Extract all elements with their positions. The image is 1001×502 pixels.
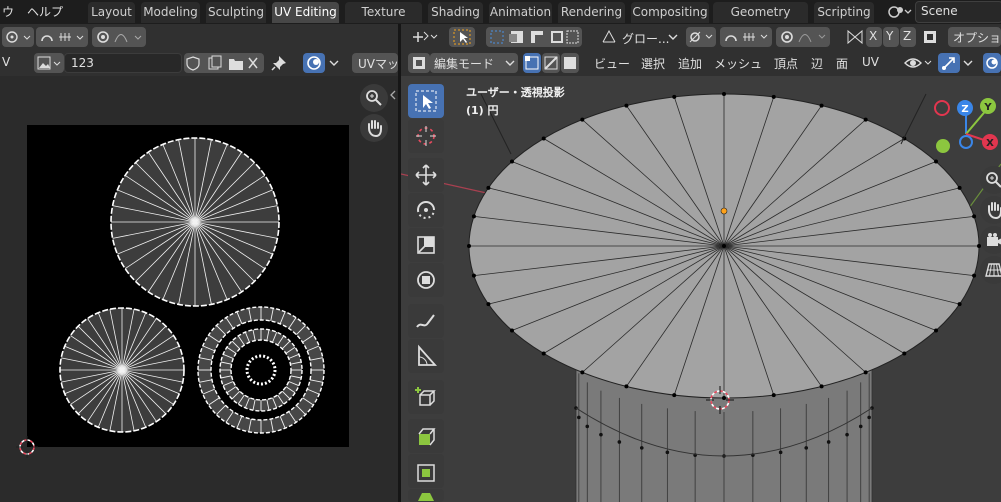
camera-view-icon[interactable] bbox=[980, 226, 1001, 254]
tab-rendering[interactable]: Rendering bbox=[558, 2, 625, 23]
viewport-pan-icon[interactable] bbox=[980, 196, 1001, 224]
menu-face[interactable]: 面 bbox=[836, 55, 848, 72]
mirror-y-toggle[interactable]: Y bbox=[883, 27, 899, 47]
menu-mesh[interactable]: メッシュ bbox=[714, 55, 762, 72]
tab-shading[interactable]: Shading bbox=[428, 2, 483, 23]
uv-sync-selection-icon[interactable] bbox=[303, 53, 325, 73]
face-select-icon[interactable] bbox=[561, 53, 579, 73]
image-actions-group bbox=[184, 53, 264, 73]
pan-hand-icon[interactable] bbox=[360, 114, 388, 142]
2d-cursor-icon[interactable] bbox=[16, 436, 38, 458]
uv-island-bottom-cap bbox=[59, 307, 185, 433]
mirror-butterfly-icon[interactable] bbox=[844, 27, 866, 47]
uv-island-top-cap bbox=[110, 137, 280, 307]
chevron-down-icon[interactable] bbox=[961, 53, 975, 73]
uv-cursor-pivot-icon[interactable] bbox=[2, 27, 34, 47]
image-name-field[interactable]: 123 bbox=[64, 53, 182, 73]
mode-label: 編集モード bbox=[434, 57, 495, 71]
gizmo-y-label: Y bbox=[983, 102, 992, 113]
mesh-symmetry-icon[interactable] bbox=[920, 27, 942, 47]
tool-inset[interactable] bbox=[408, 454, 444, 488]
pin-icon[interactable] bbox=[268, 53, 290, 73]
menu-select[interactable]: 選択 bbox=[641, 55, 665, 72]
transform-tool-icon[interactable] bbox=[408, 27, 440, 47]
tab-scripting[interactable]: Scripting bbox=[814, 2, 874, 23]
gizmo-toggle-icon[interactable] bbox=[938, 53, 960, 73]
tool-cursor[interactable] bbox=[408, 119, 444, 153]
gizmo-z-label: Z bbox=[961, 104, 968, 115]
navigation-gizmo[interactable]: Z Y X bbox=[928, 94, 1001, 158]
scene-name: Scene bbox=[921, 4, 958, 18]
tool-extrude[interactable] bbox=[408, 419, 444, 453]
help-menu[interactable]: ヘルプ bbox=[27, 3, 63, 20]
tab-compositing[interactable]: Compositing bbox=[631, 2, 709, 23]
uv-island-side-ring-inner bbox=[219, 328, 303, 412]
tab-layout[interactable]: Layout bbox=[88, 2, 135, 23]
image-name: 123 bbox=[71, 56, 94, 70]
mode-selector[interactable]: 編集モード bbox=[430, 53, 518, 73]
tool-rotate[interactable] bbox=[408, 193, 444, 227]
tool-add-cube[interactable] bbox=[408, 380, 444, 414]
visibility-eye-icon[interactable] bbox=[902, 53, 934, 73]
tool-bevel[interactable] bbox=[408, 489, 444, 502]
background-edge bbox=[900, 93, 927, 145]
sidebar-collapse-icon[interactable] bbox=[388, 88, 398, 102]
mirror-x-toggle[interactable]: X bbox=[866, 27, 882, 47]
proportional-edit-icon[interactable] bbox=[776, 27, 830, 47]
tool-transform[interactable] bbox=[408, 263, 444, 297]
chevron-down-icon[interactable] bbox=[667, 27, 679, 47]
chevron-down-icon bbox=[505, 60, 515, 66]
vertex-select-icon[interactable] bbox=[523, 53, 541, 73]
uv-island-side-ring-outer bbox=[197, 306, 325, 434]
perspective-grid-icon[interactable] bbox=[980, 256, 1001, 284]
options-menu[interactable]: オプション bbox=[948, 27, 1001, 47]
uv-header-fragment: V bbox=[2, 55, 11, 69]
uv-island-center-loop bbox=[245, 354, 277, 386]
tool-annotate[interactable] bbox=[408, 304, 444, 338]
tab-uv-editing[interactable]: UV Editing bbox=[272, 2, 339, 23]
zoom-icon[interactable] bbox=[360, 84, 388, 112]
tool-select-box[interactable] bbox=[408, 84, 444, 118]
uv-map-label: UVマッ bbox=[358, 57, 399, 71]
scene-selector-icon[interactable] bbox=[885, 2, 913, 22]
menu-add[interactable]: 追加 bbox=[678, 55, 702, 72]
tab-texture-paint[interactable]: Texture Paint bbox=[345, 2, 422, 40]
tab-sculpting[interactable]: Sculpting bbox=[206, 2, 266, 23]
uv-image-canvas[interactable] bbox=[27, 125, 349, 447]
image-browse-icon[interactable] bbox=[34, 53, 64, 73]
viewport-zoom-icon[interactable] bbox=[980, 166, 1001, 194]
tab-modeling[interactable]: Modeling bbox=[141, 2, 200, 23]
transform-orientation[interactable]: グロー... bbox=[622, 30, 669, 47]
orientation-icon[interactable] bbox=[600, 27, 618, 47]
menu-uv[interactable]: UV bbox=[862, 55, 879, 69]
tool-measure[interactable] bbox=[408, 339, 444, 373]
tool-scale[interactable] bbox=[408, 228, 444, 262]
object-origin bbox=[720, 207, 728, 215]
tab-geometry-nodes[interactable]: Geometry Nodes bbox=[713, 2, 808, 40]
mirror-z-toggle[interactable]: Z bbox=[900, 27, 916, 47]
uv-snap-icon[interactable] bbox=[36, 27, 88, 47]
uv-islands bbox=[59, 137, 325, 434]
overlay-toggle-icon[interactable] bbox=[983, 53, 1001, 73]
snap-icon[interactable] bbox=[720, 27, 772, 47]
select-box-icon[interactable] bbox=[449, 27, 475, 47]
uv-map-selector[interactable]: UVマッ bbox=[352, 53, 399, 73]
gizmo-x-label: X bbox=[986, 138, 994, 149]
select-mode-group[interactable] bbox=[486, 27, 582, 47]
view-name: ユーザー・透視投影 bbox=[466, 86, 565, 99]
pivot-point-icon[interactable] bbox=[686, 27, 716, 47]
menu-vertex[interactable]: 頂点 bbox=[774, 55, 798, 72]
chevron-down-icon[interactable] bbox=[326, 53, 342, 73]
menu-view[interactable]: ビュー bbox=[594, 55, 630, 72]
menu-truncated[interactable]: ウ bbox=[2, 3, 14, 20]
tool-move[interactable] bbox=[408, 158, 444, 192]
scene-name-field[interactable]: Scene bbox=[915, 1, 1001, 23]
tab-animation[interactable]: Animation bbox=[489, 2, 552, 23]
uv-proportional-icon[interactable] bbox=[92, 27, 146, 47]
edge-select-icon[interactable] bbox=[542, 53, 560, 73]
object-name: (1) 円 bbox=[466, 104, 499, 117]
editor-type-icon[interactable] bbox=[408, 53, 430, 73]
menu-edge[interactable]: 辺 bbox=[811, 55, 823, 72]
